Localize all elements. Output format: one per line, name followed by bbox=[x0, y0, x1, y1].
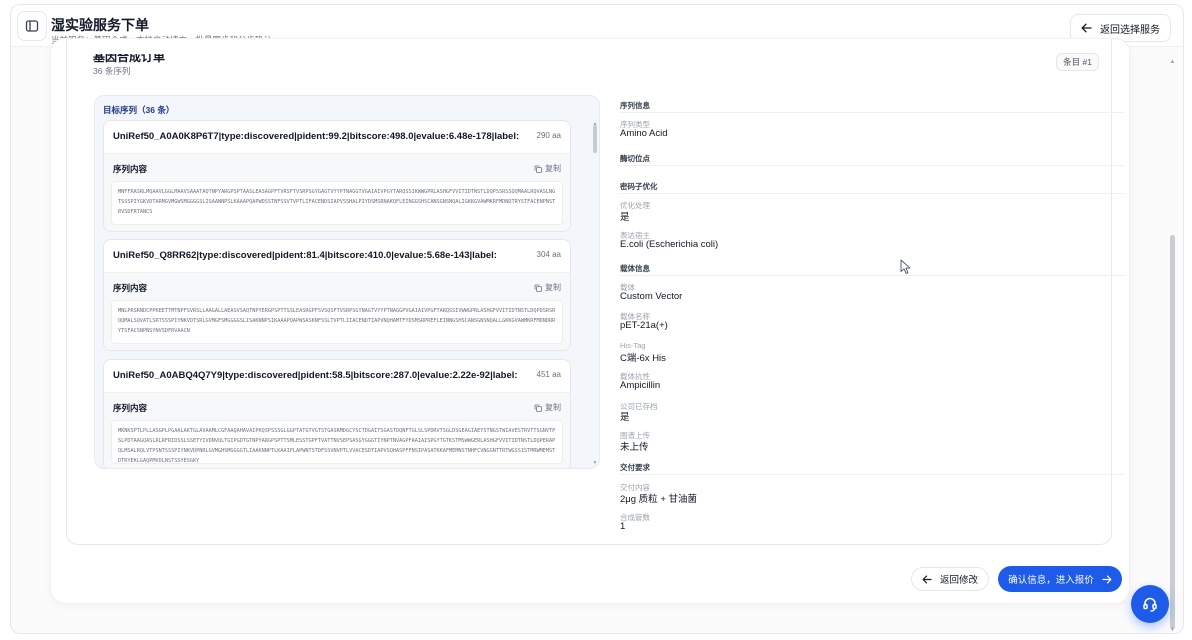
scroll-down-icon[interactable]: ▼ bbox=[591, 460, 599, 466]
mouse-cursor-icon bbox=[900, 259, 911, 274]
divider bbox=[620, 193, 1124, 194]
copy-icon bbox=[534, 404, 542, 412]
back-to-edit-label: 返回修改 bbox=[940, 575, 979, 586]
sequence-card: UniRef50_A0A0K8P6T7|type:discovered|pide… bbox=[103, 120, 571, 232]
page-scrollbar[interactable]: ▲ ▼ bbox=[1168, 49, 1177, 633]
sequence-length: 290 aa bbox=[536, 131, 561, 140]
sequence-content-section: 序列内容 复制 MNFFRASRLMQAAVLGGLMAAVSAAATAQTNP… bbox=[104, 153, 570, 231]
summary-title: 基因合成订单 bbox=[93, 50, 166, 64]
sequence-list-scrollbar[interactable]: ▲ ▼ bbox=[591, 121, 599, 466]
back-to-services-label: 返回选择服务 bbox=[1100, 24, 1160, 36]
scroll-thumb[interactable] bbox=[593, 125, 597, 153]
section-cut-site: 酶切位点 bbox=[620, 154, 650, 163]
arrow-left-icon bbox=[1081, 23, 1092, 33]
sequence-length: 451 aa bbox=[536, 370, 561, 379]
field-value: 1 bbox=[620, 521, 626, 532]
page-scroll-up-icon[interactable]: ▲ bbox=[1168, 59, 1177, 65]
copy-icon bbox=[534, 165, 542, 173]
target-sequences-panel[interactable]: 目标序列（36 条） UniRef50_A0A0K8P6T7|type:disc… bbox=[94, 95, 600, 469]
field-value: 未上传 bbox=[620, 442, 649, 453]
sequence-content-label: 序列内容 bbox=[113, 283, 148, 293]
copy-label: 复制 bbox=[545, 164, 561, 173]
sequence-text: MKNKSPTLPLLASGPLPGAALAKTGLAVAAMLCGFAAQAH… bbox=[111, 420, 563, 464]
confirm-quote-button[interactable]: 确认信息，进入报价 bbox=[998, 566, 1122, 592]
sequence-content-section: 序列内容 复制 MNLPRSRNDCPPKEETTMTNPFSVRSLLAAGA… bbox=[104, 272, 570, 350]
copy-label: 复制 bbox=[545, 403, 561, 412]
sequence-count: 36 条序列 bbox=[93, 66, 131, 76]
sequence-id: UniRef50_A0A0K8P6T7|type:discovered|pide… bbox=[113, 131, 520, 142]
sequence-length: 304 aa bbox=[536, 250, 561, 259]
field-value: Amino Acid bbox=[620, 128, 668, 139]
order-confirm-card: 基因合成订单 36 条序列 条目 #1 目标序列（36 条） UniRef50_… bbox=[51, 39, 1129, 603]
sequence-content-label: 序列内容 bbox=[113, 164, 148, 174]
section-codon-opt: 密码子优化 bbox=[620, 182, 658, 191]
app-window: 湿实验服务下单 当前服务：基因合成，支持自动填充、批量同步和分步确认 返回选择服… bbox=[10, 4, 1184, 634]
target-sequences-header: 目标序列（36 条） bbox=[103, 105, 175, 115]
sidebar-toggle-button[interactable] bbox=[17, 11, 47, 41]
sequence-card: UniRef50_A0ABQ4Q7Y9|type:discovered|pide… bbox=[103, 359, 571, 468]
arrow-left-icon bbox=[922, 574, 932, 584]
copy-button[interactable]: 复制 bbox=[534, 282, 561, 293]
section-seq-info: 序列信息 bbox=[620, 101, 650, 110]
field-value: pET-21a(+) bbox=[620, 320, 668, 331]
sequence-text: MNLPRSRNDCPPKEETTMTNPFSVRSLLAAGALLAEASVS… bbox=[111, 300, 563, 344]
field-value: 是 bbox=[620, 212, 630, 223]
confirm-quote-label: 确认信息，进入报价 bbox=[1008, 575, 1094, 586]
support-button[interactable] bbox=[1131, 585, 1169, 623]
sequence-content-label: 序列内容 bbox=[113, 403, 148, 413]
divider bbox=[620, 474, 1124, 475]
copy-label: 复制 bbox=[545, 283, 561, 292]
sequence-text: MNFFRASRLMQAAVLGGLMAAVSAAATAQTNPYARGPSPT… bbox=[111, 181, 563, 225]
headset-icon bbox=[1143, 597, 1157, 612]
divider bbox=[620, 112, 1124, 113]
gene-synthesis-summary: 基因合成订单 36 条序列 条目 #1 目标序列（36 条） UniRef50_… bbox=[66, 39, 1124, 545]
field-value: C端-6x His bbox=[620, 353, 666, 364]
back-to-services-button[interactable]: 返回选择服务 bbox=[1070, 14, 1171, 42]
page-title: 湿实验服务下单 bbox=[51, 17, 149, 33]
field-value: Ampicillin bbox=[620, 380, 661, 391]
field-value: 是 bbox=[620, 412, 630, 423]
copy-button[interactable]: 复制 bbox=[534, 402, 561, 413]
field-label: His-Tag bbox=[620, 341, 646, 350]
divider bbox=[620, 275, 1124, 276]
field-value: E.coli (Escherichia coli) bbox=[620, 239, 719, 250]
back-to-edit-button[interactable]: 返回修改 bbox=[911, 567, 990, 591]
divider bbox=[620, 165, 1124, 166]
sidebar-icon bbox=[25, 20, 39, 32]
section-delivery: 交付要求 bbox=[620, 463, 650, 472]
copy-icon bbox=[534, 284, 542, 292]
field-value: Custom Vector bbox=[620, 291, 683, 302]
copy-button[interactable]: 复制 bbox=[534, 163, 561, 174]
item-badge: 条目 #1 bbox=[1056, 53, 1099, 71]
sequence-content-section: 序列内容 复制 MKNKSPTLPLLASGPLPGAALAKTGLAVAAML… bbox=[104, 392, 570, 468]
sequence-id: UniRef50_A0ABQ4Q7Y9|type:discovered|pide… bbox=[113, 370, 518, 381]
page-scroll-down-icon[interactable]: ▼ bbox=[1168, 627, 1177, 633]
field-value: 2μg 质粒 + 甘油菌 bbox=[620, 494, 698, 505]
sequence-card: UniRef50_Q8RR62|type:discovered|pident:8… bbox=[103, 239, 571, 351]
section-vector-info: 载体信息 bbox=[620, 264, 650, 273]
page-scroll-thumb[interactable] bbox=[1170, 235, 1175, 629]
sequence-id: UniRef50_Q8RR62|type:discovered|pident:8… bbox=[113, 250, 497, 261]
arrow-right-icon bbox=[1102, 574, 1112, 584]
